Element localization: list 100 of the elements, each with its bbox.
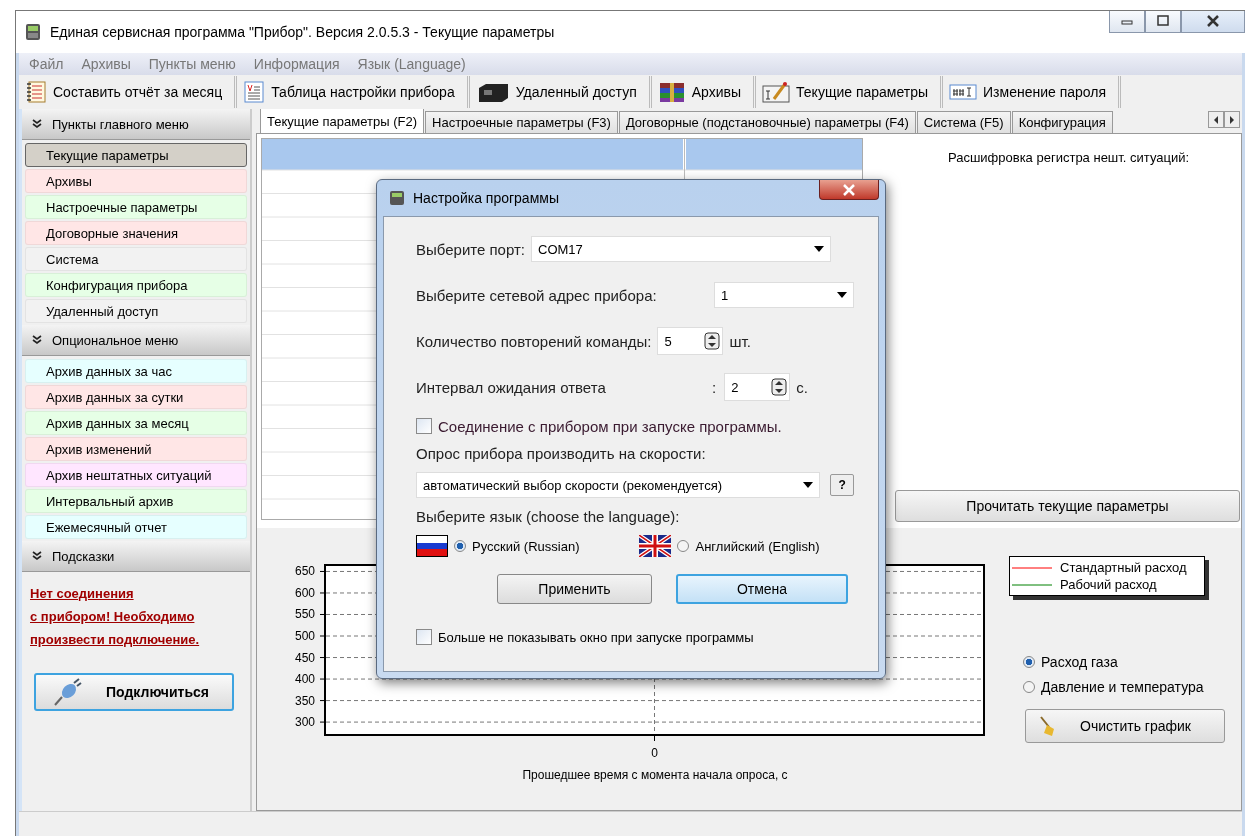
flag-icon [416,535,448,557]
left-arrow-icon [1213,115,1219,124]
checkbox-label: Больше не показывать окно при запуске программы [438,629,754,645]
y-tick-label: 350 [294,693,316,708]
minimize-button[interactable] [1109,11,1145,33]
chevron-icon [32,335,42,345]
pencil-icon [762,81,791,103]
connect-button[interactable]: Подключиться [34,673,234,711]
sidebar-item[interactable]: Конфигурация прибора [25,273,247,297]
section-header[interactable]: Подсказки [22,541,250,572]
legend-label: Рабочий расход [1060,577,1157,592]
sidebar-item[interactable]: Архив изменений [25,437,247,461]
maximize-icon [1157,15,1169,27]
chevron-icon [32,551,42,561]
sidebar-item[interactable]: Архивы [25,169,247,193]
sidebar-item[interactable]: Удаленный доступ [25,299,247,323]
dialog-button[interactable]: Применить [497,574,652,604]
notebook-icon [25,81,47,103]
right-arrow-icon [1229,115,1235,124]
close-button[interactable] [1181,11,1245,33]
spinner-arrows-icon [771,378,788,396]
checkbox[interactable] [416,629,432,645]
close-icon [842,183,856,196]
minimize-icon [1121,17,1133,25]
document-icon [243,81,266,103]
warning-link[interactable]: Нет соединения с прибором! Необходимо произвести подключение. [30,582,242,651]
sidebar-item[interactable]: Договорные значения [25,221,247,245]
checkbox[interactable] [416,418,432,434]
menu-item[interactable]: Файл [29,56,64,72]
menu-item[interactable]: Информация [253,56,340,72]
y-tick-label: 600 [294,585,316,600]
scroll-left-button[interactable] [1208,111,1224,128]
spinner-arrows-icon [704,332,721,350]
separator-label: : [712,378,717,396]
radio-button[interactable] [1023,681,1035,693]
sidebar-item[interactable]: Архив нештатных ситуаций [25,463,247,487]
close-icon [1206,15,1220,27]
flag-icon [639,535,672,557]
menu-item[interactable]: Пункты меню [148,56,236,72]
plug-icon [52,677,82,707]
y-tick-label: 550 [294,607,316,622]
clear-chart-button[interactable]: Очистить график [1025,709,1225,743]
tab[interactable]: Договорные (подстановочные) параметры (F4) [618,111,916,133]
y-tick-label: 400 [294,672,316,687]
speed-dropdown[interactable]: автоматический выбор скорости (рекомендуется) [416,472,821,498]
menu-item[interactable]: Архивы [81,56,131,72]
field-label: Выберите сетевой адрес прибора: [416,286,657,304]
radio-option[interactable]: Расход газа [1023,654,1225,670]
unit-label: с. [796,378,808,396]
sidebar-item[interactable]: Архив данных за сутки [25,385,247,409]
sidebar-item[interactable]: Архив данных за час [25,359,247,383]
unit-label: шт. [729,332,751,350]
field-label: Опрос прибора производить на скорости: [416,445,707,462]
tab[interactable]: Система (F5) [916,111,1011,133]
sidebar-item[interactable]: Интервальный архив [25,489,247,513]
y-tick-label: 500 [294,629,316,644]
y-tick-label: 650 [294,564,316,579]
sidebar-item[interactable]: Архив данных за месяц [25,411,247,435]
sidebar-item[interactable]: Текущие параметры [25,143,247,167]
radio-button[interactable] [677,540,690,552]
x-tick-label: 0 [651,746,659,760]
field-label: Количество повторений команды: [416,332,652,350]
y-tick-label: 300 [294,715,316,730]
read-button[interactable]: Прочитать текущие параметры [895,490,1240,522]
close-button[interactable] [819,180,879,200]
field-label: Выберите порт: [416,240,525,258]
panel-title: Расшифровка регистра нешт. ситуаций: [946,150,1190,165]
scroll-right-button[interactable] [1224,111,1240,128]
field-label: Интервал ожидания ответа [416,378,607,396]
radio-button[interactable] [1023,656,1035,668]
address-dropdown[interactable]: 1 [714,282,854,308]
field-label: Выберите язык (choose the language): [416,508,681,525]
chevron-icon [32,119,42,129]
help-button[interactable]: ? [830,474,854,496]
device-icon [24,23,42,41]
radio-label: Русский (Russian) [472,538,580,554]
tab[interactable]: Конфигурация [1011,111,1113,133]
radio-label: Английский (English) [695,538,820,554]
dialog-button[interactable]: Отмена [676,574,848,604]
interval-spinner[interactable]: 2 [724,373,791,401]
books-icon [657,81,686,103]
dropdown-arrow-icon [837,292,847,298]
repeats-spinner[interactable]: 5 [657,327,724,355]
sidebar-item[interactable]: Система [25,247,247,271]
window-title: Единая сервисная программа "Прибор". Версия 2.0.5.3 - Текущие параметры [50,24,555,40]
maximize-button[interactable] [1145,11,1181,33]
sidebar-item[interactable]: Настроечные параметры [25,195,247,219]
tab[interactable]: Настроечные параметры (F3) [425,111,618,133]
radio-button[interactable] [454,540,466,552]
dropdown-arrow-icon [814,246,824,252]
legend-label: Стандартный расход [1060,560,1187,575]
y-tick-label: 450 [294,650,316,665]
menu-item[interactable]: Язык (Language) [357,56,466,72]
port-dropdown[interactable]: COM17 [531,236,831,262]
password-icon [949,83,978,101]
device-icon [389,190,405,206]
sidebar-item[interactable]: Ежемесячный отчет [25,515,247,539]
checkbox-label: Соединение с прибором при запуске программы. [438,417,782,435]
radio-option[interactable]: Давление и температура [1023,679,1225,695]
tab[interactable]: Текущие параметры (F2) [260,109,424,133]
